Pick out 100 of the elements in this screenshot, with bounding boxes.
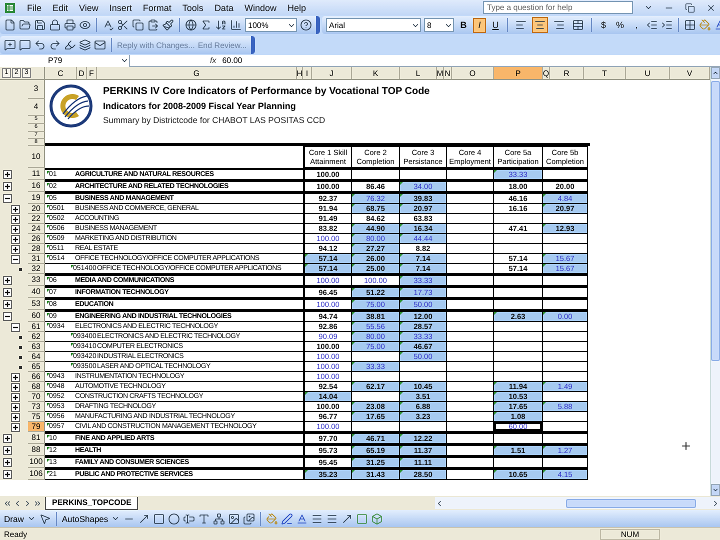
row-header[interactable]: 66 [28, 372, 45, 382]
formula-field[interactable]: 60.00 [222, 56, 242, 65]
indent-decrease-icon[interactable] [646, 19, 658, 31]
menu-item[interactable]: Help [287, 2, 306, 12]
row-header[interactable]: 81 [28, 432, 45, 444]
row-header[interactable]: 19 [28, 192, 45, 204]
rectangle-icon[interactable] [153, 512, 166, 524]
menu-item[interactable]: Window [244, 2, 276, 12]
row-header[interactable]: 26 [28, 234, 45, 244]
close-icon[interactable] [706, 2, 716, 12]
column-header[interactable]: P [494, 67, 543, 79]
dash-style-icon[interactable] [326, 512, 338, 524]
column-header[interactable]: H [297, 67, 303, 79]
sigma-icon[interactable] [200, 19, 212, 31]
menu-item[interactable]: View [79, 2, 98, 12]
column-header[interactable]: N [444, 67, 452, 79]
restore-icon[interactable] [685, 2, 695, 12]
zoom-dropdown[interactable]: 100% [245, 18, 297, 32]
row-header[interactable]: 106 [28, 468, 45, 480]
number-format-button[interactable]: $ [597, 18, 610, 32]
row-header[interactable]: 16 [28, 180, 45, 192]
column-header[interactable]: M [437, 67, 444, 79]
row-header[interactable]: 63 [28, 342, 45, 352]
row-header[interactable]: 3 [28, 80, 45, 99]
row-header[interactable]: 31 [28, 254, 45, 264]
number-format-button[interactable]: , [630, 18, 644, 32]
help-search-field[interactable]: Type a question for help [483, 1, 633, 14]
wordart-icon[interactable] [198, 512, 210, 524]
font-color-icon[interactable] [296, 512, 308, 524]
font-style-button[interactable]: U [489, 18, 502, 32]
menu-item[interactable]: Format [142, 2, 172, 12]
font-size-dropdown[interactable]: 8 [424, 18, 454, 32]
oval-icon[interactable] [168, 512, 180, 524]
menu-item[interactable]: Edit [52, 2, 68, 12]
help-icon[interactable] [300, 19, 312, 31]
row-header[interactable]: 33 [28, 274, 45, 286]
lock-icon[interactable] [49, 19, 61, 31]
next-sheet-icon[interactable] [23, 498, 32, 508]
arrow-icon[interactable] [138, 512, 150, 524]
text-box-icon[interactable] [183, 512, 196, 524]
function-label[interactable]: fx [210, 56, 216, 65]
scroll-thumb[interactable] [711, 81, 720, 361]
last-sheet-icon[interactable] [33, 498, 42, 508]
name-box[interactable]: P79 [0, 54, 130, 66]
comment-icon[interactable] [19, 39, 31, 51]
column-header[interactable]: F [87, 67, 97, 79]
clipart-icon[interactable] [228, 512, 240, 524]
row-header[interactable]: 24 [28, 224, 45, 234]
scroll-thumb[interactable] [566, 498, 696, 508]
comment-icon[interactable] [4, 39, 16, 51]
menu-item[interactable]: Tools [182, 2, 204, 12]
dropdown-caret-icon[interactable] [26, 514, 36, 523]
printer-icon[interactable] [64, 19, 76, 31]
folder-icon[interactable] [19, 19, 31, 31]
row-header[interactable]: 79 [28, 422, 45, 432]
row-header[interactable]: 100 [28, 456, 45, 468]
row-header[interactable]: 61 [28, 322, 45, 332]
row-header[interactable]: 53 [28, 298, 45, 310]
row-header[interactable]: 75 [28, 412, 45, 422]
spellcheck-icon[interactable] [102, 19, 114, 31]
scroll-left-icon[interactable] [435, 498, 444, 508]
row-header[interactable]: 40 [28, 286, 45, 298]
arrow-style-icon[interactable] [341, 512, 354, 524]
undo-icon[interactable] [34, 39, 46, 51]
autoshapes-menu-button[interactable]: AutoShapes [62, 514, 108, 524]
row-header[interactable]: 73 [28, 402, 45, 412]
diagram-icon[interactable] [213, 512, 226, 524]
borders-icon[interactable] [684, 19, 696, 31]
draw-menu-button[interactable]: Draw [4, 514, 24, 524]
menu-item[interactable]: Data [214, 2, 234, 12]
highlighter-icon[interactable] [64, 39, 76, 51]
layers-icon[interactable] [79, 39, 91, 51]
picture-icon[interactable] [243, 512, 256, 524]
dropdown-caret-icon[interactable] [111, 514, 120, 523]
indent-increase-icon[interactable] [661, 19, 674, 31]
number-format-button[interactable]: % [613, 18, 628, 32]
paintbrush-icon[interactable] [162, 19, 174, 31]
sort-icon[interactable] [215, 19, 227, 31]
row-header[interactable]: 64 [28, 352, 45, 362]
row-header[interactable]: 70 [28, 392, 45, 402]
row-header[interactable]: 11 [28, 168, 45, 180]
first-sheet-icon[interactable] [3, 498, 12, 508]
sheet-tab[interactable]: PERKINS_TOPCODE [45, 496, 138, 510]
row-header[interactable]: 28 [28, 244, 45, 254]
row-header[interactable]: 62 [28, 332, 45, 342]
column-header[interactable]: D [77, 67, 87, 79]
row-header[interactable]: 4 [28, 99, 45, 116]
cube-icon[interactable] [371, 512, 384, 524]
bar-chart-icon[interactable] [230, 19, 242, 31]
font-style-button[interactable]: I [473, 18, 486, 32]
dropdown-caret-icon[interactable] [120, 56, 129, 65]
row-header[interactable]: 20 [28, 204, 45, 214]
line-style-icon[interactable] [311, 512, 324, 524]
scroll-up-icon[interactable] [712, 69, 719, 77]
clipboard-icon[interactable] [147, 19, 159, 31]
row-header[interactable]: 22 [28, 214, 45, 224]
redo-icon[interactable] [49, 39, 61, 51]
pointer-icon[interactable] [38, 512, 51, 524]
row-header[interactable]: 68 [28, 382, 45, 392]
menu-item[interactable]: Insert [109, 2, 132, 12]
